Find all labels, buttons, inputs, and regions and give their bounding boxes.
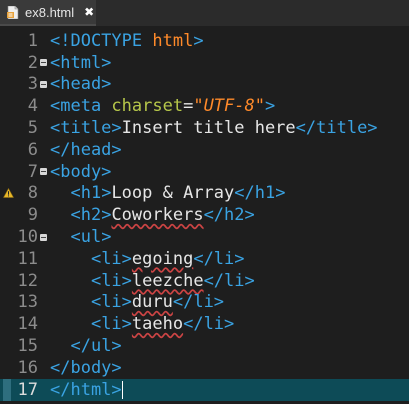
code-text: <h1>Loop & Array</h1> [70,183,286,204]
code-line-10[interactable]: 10 <ul> [0,226,409,248]
line-number: 2 [27,52,38,73]
code-text: <h2>Coworkers</h2> [70,205,255,226]
editor-tab-bar: ex8.html ✖ [0,0,409,26]
line-number: 11 [17,248,38,269]
code-text: <title>Insert title here</title> [50,118,378,139]
code-line-5[interactable]: 5 <title>Insert title here</title> [0,117,409,139]
code-text: </ul> [70,336,122,357]
tab-ex8-html[interactable]: ex8.html ✖ [0,0,96,26]
code-text: <head> [50,74,112,95]
code-line-12[interactable]: 12 <li>leezche</li> [0,270,409,292]
fold-collapse-icon[interactable] [38,226,48,248]
code-editor[interactable]: 1 <!DOCTYPE html> 2 <html> 3 <head> 4 <meta cha… [0,28,409,404]
fold-collapse-icon[interactable] [38,161,48,183]
fold-collapse-icon[interactable] [38,74,48,96]
line-number: 4 [27,96,38,117]
line-number: 15 [17,336,38,357]
line-number: 7 [27,161,38,182]
code-line-14[interactable]: 14 <li>taeho</li> [0,313,409,335]
line-number: 13 [17,292,38,313]
close-icon[interactable]: ✖ [84,5,94,19]
code-text: <meta charset="UTF-8"> [50,96,276,117]
html-file-icon [7,5,19,19]
line-number: 6 [27,139,38,160]
line-number: 10 [17,227,38,248]
line-number: 8 [27,183,38,204]
code-line-1[interactable]: 1 <!DOCTYPE html> [0,30,409,52]
warning-icon[interactable] [2,183,14,205]
code-line-17[interactable]: 17 </html> [0,378,409,401]
text-caret [121,380,123,399]
code-line-9[interactable]: 9 <h2>Coworkers</h2> [0,204,409,226]
line-number: 5 [27,118,38,139]
code-text: </html> [50,379,123,400]
line-number: 9 [27,205,38,226]
line-number: 12 [17,270,38,291]
code-line-3[interactable]: 3 <head> [0,74,409,96]
line-number: 3 [27,74,38,95]
line-number: 16 [17,357,38,378]
code-line-15[interactable]: 15 </ul> [0,335,409,357]
fold-collapse-icon[interactable] [38,52,48,74]
code-text: </body> [50,357,122,378]
current-line-gutter-marker [3,378,11,401]
code-text: <!DOCTYPE html> [50,30,204,51]
code-line-8[interactable]: 8 <h1>Loop & Array</h1> [0,183,409,205]
code-line-7[interactable]: 7 <body> [0,161,409,183]
code-text: <li>duru</li> [90,292,225,313]
tab-label: ex8.html [25,4,75,20]
code-text: <li>egoing</li> [90,248,245,269]
code-text: <body> [50,161,112,182]
code-text: <html> [50,52,112,73]
code-text: <ul> [70,227,112,248]
code-line-4[interactable]: 4 <meta charset="UTF-8"> [0,95,409,117]
code-text: <li>taeho</li> [90,314,235,335]
code-line-13[interactable]: 13 <li>duru</li> [0,292,409,314]
line-number: 17 [17,379,38,400]
line-number: 1 [27,30,38,51]
code-text: </head> [50,139,122,160]
code-line-11[interactable]: 11 <li>egoing</li> [0,248,409,270]
line-number: 14 [17,314,38,335]
code-text: <li>leezche</li> [90,270,255,291]
code-line-6[interactable]: 6 </head> [0,139,409,161]
code-line-16[interactable]: 16 </body> [0,357,409,379]
code-line-2[interactable]: 2 <html> [0,52,409,74]
